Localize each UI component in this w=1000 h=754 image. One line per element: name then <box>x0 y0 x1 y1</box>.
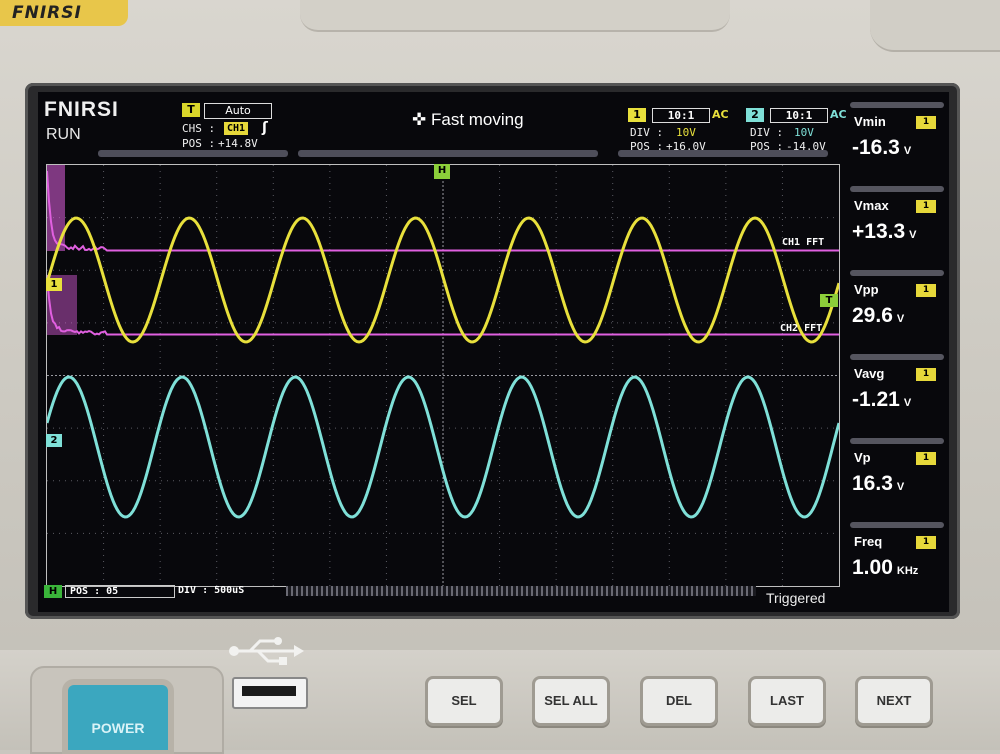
sel-button[interactable]: SEL <box>425 676 503 726</box>
measurement-item[interactable]: Vmin 1 -16.3 V <box>846 100 946 180</box>
measurement-unit: V <box>897 313 904 325</box>
top-ridge <box>300 0 730 32</box>
status-message-text: Fast moving <box>431 110 524 129</box>
measurement-name: Freq <box>854 534 882 549</box>
measurement-item[interactable]: Freq 1 1.00 KHz <box>846 520 946 600</box>
ch1-tag[interactable]: 1 <box>628 108 646 122</box>
measurement-channel-tag: 1 <box>916 200 936 213</box>
ch1-probe[interactable]: 10:1 <box>652 108 710 123</box>
ch1-div-label: DIV : <box>630 126 663 139</box>
brand-plate: FNIRSI <box>0 0 128 26</box>
ch2-tag[interactable]: 2 <box>746 108 764 122</box>
measurement-unit: V <box>904 397 911 409</box>
measurement-channel-tag: 1 <box>916 116 936 129</box>
measurement-channel-tag: 1 <box>916 536 936 549</box>
measurement-value: +13.3 <box>852 220 905 243</box>
trigger-pos-value: +14.8V <box>218 137 258 150</box>
measurement-channel-tag: 1 <box>916 284 936 297</box>
last-button[interactable]: LAST <box>748 676 826 726</box>
h-position-marker[interactable]: H <box>434 164 450 179</box>
measurement-name: Vmin <box>854 114 886 129</box>
measurement-item[interactable]: Vavg 1 -1.21 V <box>846 352 946 432</box>
measurement-unit: V <box>904 145 911 157</box>
measurement-unit: KHz <box>897 565 918 577</box>
screen-logo: FNIRSI <box>44 98 119 122</box>
measurement-name: Vmax <box>854 198 889 213</box>
trigger-state: Triggered <box>766 590 825 606</box>
del-button[interactable]: DEL <box>640 676 718 726</box>
ch2-div-value: 10V <box>794 126 814 139</box>
waveform-grid[interactable] <box>46 164 840 587</box>
rising-edge-icon: ʃ <box>262 120 268 136</box>
waveform-plot <box>47 165 839 586</box>
trigger-badge: T <box>182 103 200 117</box>
measurement-name: Vavg <box>854 366 884 381</box>
ch2-coupling[interactable]: AC <box>830 108 847 121</box>
measurement-channel-tag: 1 <box>916 452 936 465</box>
brand-plate-text: FNIRSI <box>12 3 82 23</box>
measurement-value: -1.21 <box>852 388 900 411</box>
measurement-value-row: -1.21 V <box>852 388 911 412</box>
measurement-value-row: 1.00 KHz <box>852 556 918 580</box>
oscilloscope-screen: FNIRSI RUN T Auto CHS : CH1 ʃ POS : +14.… <box>38 92 949 612</box>
power-button-label: POWER <box>68 720 168 736</box>
power-button[interactable]: POWER <box>68 685 168 750</box>
measurement-value-row: +13.3 V <box>852 220 916 244</box>
ch2-offset-marker[interactable]: 2 <box>46 434 62 447</box>
h-badge: H <box>44 585 62 598</box>
measurement-value-row: -16.3 V <box>852 136 911 160</box>
time-position[interactable]: POS : 05 <box>65 585 175 598</box>
ch1-offset-marker[interactable]: 1 <box>46 278 62 291</box>
measurement-value: 1.00 <box>852 556 893 579</box>
trigger-chs-label: CHS : <box>182 122 215 135</box>
measurement-name: Vp <box>854 450 871 465</box>
measurement-item[interactable]: Vp 1 16.3 V <box>846 436 946 516</box>
ch1-div-value: 10V <box>676 126 696 139</box>
ch2-probe[interactable]: 10:1 <box>770 108 828 123</box>
trigger-pos-label: POS : <box>182 137 215 150</box>
ch2-fft-label: CH2 FFT <box>780 323 822 334</box>
measurement-value-row: 16.3 V <box>852 472 904 496</box>
time-ruler <box>286 586 756 596</box>
header-bar-center <box>298 150 598 157</box>
trigger-mode[interactable]: Auto <box>204 103 272 119</box>
move-arrows-icon: ✜ <box>412 110 426 129</box>
trigger-level-marker[interactable]: T <box>820 294 838 307</box>
measurement-name: Vpp <box>854 282 879 297</box>
measurement-value-row: 29.6 V <box>852 304 904 328</box>
ch1-coupling[interactable]: AC <box>712 108 729 121</box>
ch1-waveform <box>47 218 839 342</box>
top-ridge-right <box>870 0 1000 52</box>
ch2-div-label: DIV : <box>750 126 783 139</box>
next-button[interactable]: NEXT <box>855 676 933 726</box>
measurement-value: 16.3 <box>852 472 893 495</box>
measurement-item[interactable]: Vmax 1 +13.3 V <box>846 184 946 264</box>
trigger-channel[interactable]: CH1 <box>224 122 248 135</box>
measurement-value: 29.6 <box>852 304 893 327</box>
ch1-fft-label: CH1 FFT <box>782 237 824 248</box>
usb-port[interactable] <box>232 677 308 709</box>
header-bar-right <box>618 150 828 157</box>
measurement-unit: V <box>897 481 904 493</box>
measurement-item[interactable]: Vpp 1 29.6 V <box>846 268 946 348</box>
measurement-unit: V <box>909 229 916 241</box>
header-bar-left <box>98 150 288 157</box>
usb-icon <box>228 636 304 666</box>
status-message: ✜ Fast moving <box>412 110 524 130</box>
measurement-channel-tag: 1 <box>916 368 936 381</box>
time-division[interactable]: DIV : 500uS <box>178 585 244 596</box>
run-state[interactable]: RUN <box>46 126 81 144</box>
sel-all-button[interactable]: SEL ALL <box>532 676 610 726</box>
measurement-value: -16.3 <box>852 136 900 159</box>
